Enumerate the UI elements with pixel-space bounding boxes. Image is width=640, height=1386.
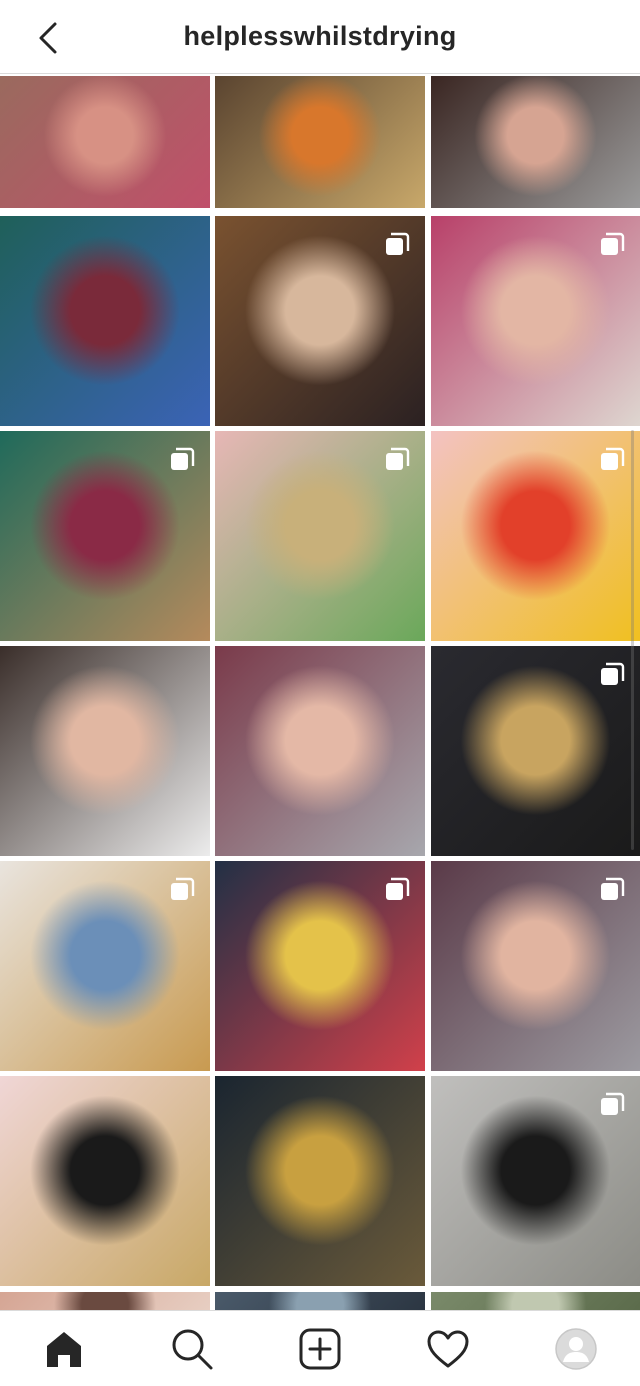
profile-username: helplesswhilstdrying [183,21,457,51]
nav-activity-button[interactable] [418,1321,478,1377]
post-thumbnail[interactable] [431,646,640,856]
post-grid [0,76,640,1310]
post-thumbnail[interactable] [0,1076,210,1286]
avatar-icon [555,1328,597,1370]
post-thumbnail[interactable] [0,76,210,208]
top-bar: helplesswhilstdrying [0,0,640,74]
post-thumbnail[interactable] [0,216,210,426]
nav-new-post-button[interactable] [290,1321,350,1377]
post-thumbnail[interactable] [215,1076,425,1286]
carousel-icon [601,877,625,900]
carousel-icon [601,1092,625,1115]
back-button[interactable] [30,18,66,58]
carousel-icon [171,877,195,900]
search-icon [172,1329,213,1370]
scrollbar[interactable] [631,430,634,850]
post-thumbnail[interactable] [431,1076,640,1286]
carousel-icon [386,232,410,255]
post-thumbnail[interactable] [431,431,640,641]
post-thumbnail[interactable] [0,646,210,856]
post-thumbnail[interactable] [431,216,640,426]
post-thumbnail[interactable] [0,1292,210,1310]
carousel-icon [601,232,625,255]
carousel-icon [386,877,410,900]
nav-profile-button[interactable] [546,1321,606,1377]
carousel-icon [171,447,195,470]
chevron-left-icon [39,22,57,54]
post-thumbnail[interactable] [215,861,425,1071]
heart-icon [427,1330,469,1368]
home-icon [47,1332,81,1367]
nav-home-button[interactable] [34,1321,94,1377]
post-thumbnail[interactable] [431,861,640,1071]
post-thumbnail[interactable] [215,1292,425,1310]
post-thumbnail[interactable] [0,431,210,641]
post-thumbnail[interactable] [0,861,210,1071]
post-thumbnail[interactable] [215,216,425,426]
carousel-icon [386,447,410,470]
post-thumbnail[interactable] [215,431,425,641]
carousel-icon [601,447,625,470]
carousel-icon [601,662,625,685]
post-thumbnail[interactable] [431,76,640,208]
post-thumbnail[interactable] [431,1292,640,1310]
add-post-icon [299,1328,341,1370]
post-thumbnail[interactable] [215,646,425,856]
post-thumbnail[interactable] [215,76,425,208]
bottom-navigation [0,1310,640,1386]
nav-search-button[interactable] [162,1321,222,1377]
